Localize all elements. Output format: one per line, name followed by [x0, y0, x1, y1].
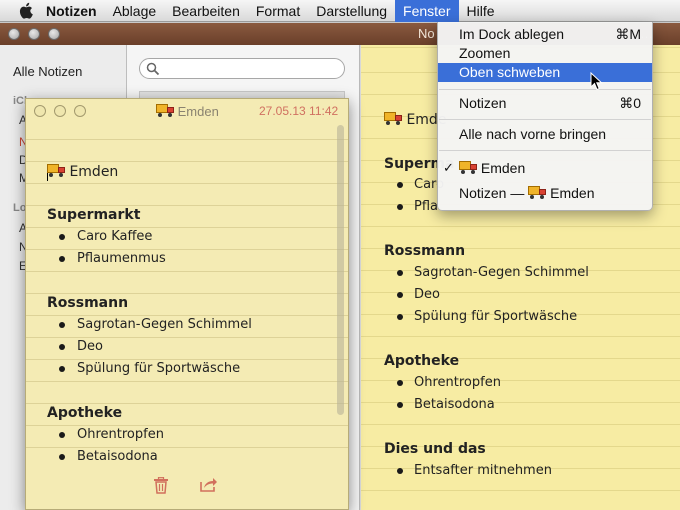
delivery-truck-icon: [384, 111, 402, 125]
close-window-button[interactable]: [8, 28, 20, 40]
note-item: Deo: [77, 339, 103, 354]
note-heading: Rossmann: [47, 295, 129, 311]
bullet: [397, 204, 403, 210]
menu-hilfe[interactable]: Hilfe: [459, 0, 503, 22]
note-item: Pfla: [414, 199, 438, 214]
scrollbar[interactable]: [337, 125, 344, 415]
apple-logo-icon[interactable]: [12, 0, 38, 22]
delivery-truck-icon: [528, 185, 547, 199]
bullet: [59, 366, 65, 372]
menu-darstellung[interactable]: Darstellung: [308, 0, 395, 22]
note-heading: Apotheke: [47, 405, 123, 421]
menu-item-oben-schweben[interactable]: Oben schweben: [438, 63, 652, 82]
delivery-truck-icon: [47, 163, 65, 177]
menu-separator: [439, 89, 651, 90]
menu-ablage[interactable]: Ablage: [105, 0, 165, 22]
note-item: Betaisodona: [414, 397, 495, 412]
note-item: Caro Kaffee: [77, 229, 153, 244]
bullet: [397, 380, 403, 386]
note-item: Deo: [414, 287, 440, 302]
note-title: Emden: [47, 163, 118, 180]
menu-item-window-emden[interactable]: ✓ Emden: [438, 159, 652, 178]
bullet: [59, 454, 65, 460]
note-item: Spülung für Sportwäsche: [414, 309, 578, 324]
note-item: Entsafter mitnehmen: [414, 463, 552, 478]
note-item: Ohrentropfen: [414, 375, 501, 390]
delivery-truck-icon: [459, 160, 477, 174]
note-date: 27.05.13 11:42: [259, 104, 339, 118]
share-icon[interactable]: [199, 476, 218, 493]
menu-fenster[interactable]: Fenster: [395, 0, 459, 22]
note-heading: Rossmann: [384, 243, 466, 259]
close-window-button[interactable]: [34, 105, 46, 117]
bullet: [59, 344, 65, 350]
minimize-window-button[interactable]: [28, 28, 40, 40]
note-footer: [26, 465, 348, 509]
fenster-menu: Im Dock ablegen ⌘M Zoomen Oben schweben N…: [437, 22, 653, 211]
bullet: [397, 270, 403, 276]
bullet: [397, 182, 403, 188]
bullet: [397, 468, 403, 474]
note-item: Pflaumenmus: [77, 251, 166, 266]
note-item: Sagrotan-Gegen Schimmel: [414, 265, 589, 280]
menu-separator: [439, 150, 651, 151]
note-item: Spülung für Sportwäsche: [77, 361, 241, 376]
bullet: [397, 292, 403, 298]
bullet: [59, 234, 65, 240]
bullet: [59, 322, 65, 328]
menu-app-notizen[interactable]: Notizen: [38, 0, 105, 22]
sidebar-item-all-notes[interactable]: Alle Notizen: [13, 64, 82, 79]
menu-item-zoomen[interactable]: Zoomen: [438, 44, 652, 63]
floating-note-titlebar[interactable]: Emden 27.05.13 11:42: [26, 99, 348, 123]
menu-item-notizen[interactable]: Notizen ⌘0: [438, 94, 652, 113]
floating-note-window[interactable]: Emden 27.05.13 11:42 Emden Supermarkt Ca…: [25, 98, 349, 510]
menu-bearbeiten[interactable]: Bearbeiten: [164, 0, 248, 22]
checkmark-icon: ✓: [443, 160, 454, 175]
menu-item-alle-nach-vorne-bringen[interactable]: Alle nach vorne bringen: [438, 125, 652, 144]
menu-item-im-dock-ablegen[interactable]: Im Dock ablegen ⌘M: [438, 25, 652, 44]
zoom-window-button[interactable]: [48, 28, 60, 40]
search-input[interactable]: [139, 58, 345, 79]
bullet: [397, 314, 403, 320]
trash-icon[interactable]: [153, 477, 169, 494]
search-icon: [146, 62, 160, 76]
menu-format[interactable]: Format: [248, 0, 308, 22]
menu-bar: Notizen Ablage Bearbeiten Format Darstel…: [0, 0, 680, 22]
window-title: No…: [418, 26, 653, 41]
note-item: Sagrotan-Gegen Schimmel: [77, 317, 252, 332]
note-heading: Dies und das: [384, 441, 486, 457]
note-item: Betaisodona: [77, 449, 158, 464]
mouse-pointer-icon: [590, 72, 603, 91]
note-heading: Apotheke: [384, 353, 460, 369]
zoom-window-button[interactable]: [74, 105, 86, 117]
bullet: [397, 402, 403, 408]
minimize-window-button[interactable]: [54, 105, 66, 117]
note-heading: Supermarkt: [47, 207, 141, 223]
menu-separator: [439, 119, 651, 120]
bullet: [59, 256, 65, 262]
floating-note-title: Emden: [156, 103, 219, 119]
delivery-truck-icon: [156, 103, 174, 117]
bullet: [59, 432, 65, 438]
menu-item-window-notizen-emden[interactable]: Notizen — Emden: [438, 184, 652, 203]
note-item: Ohrentropfen: [77, 427, 164, 442]
